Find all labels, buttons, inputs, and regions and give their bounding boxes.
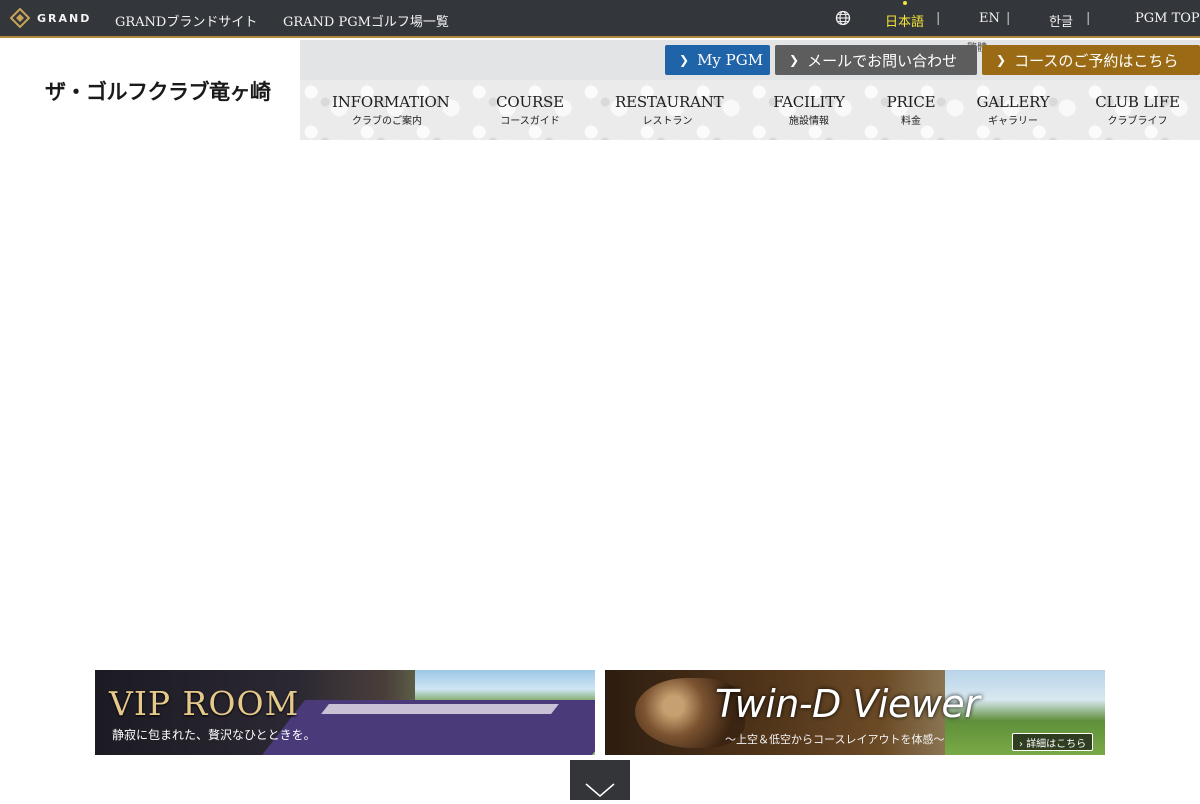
chevron-right-icon: ❯ bbox=[679, 53, 690, 67]
mail-inquiry-label: メールでお問い合わせ bbox=[807, 51, 958, 70]
my-pgm-button[interactable]: ❯ My PGM bbox=[665, 45, 770, 75]
top-bar: GRAND GRANDブランドサイト GRAND PGMゴルフ場一覧 日本語 |… bbox=[0, 0, 1200, 38]
nav-item-label: CLUB LIFE bbox=[1095, 93, 1180, 111]
lang-separator: | bbox=[1086, 11, 1091, 26]
nav-item-label: RESTAURANT bbox=[615, 93, 724, 111]
header-button-row: 繁體 ❯ My PGM ❯ メールでお問い合わせ ❯ コースのご予約はこちら bbox=[300, 40, 1200, 80]
nav-item-sublabel: 施設情報 bbox=[789, 116, 829, 127]
nav-item-label: PRICE bbox=[886, 93, 936, 111]
lang-ko[interactable]: 한글 bbox=[1049, 11, 1073, 30]
header-right: 繁體 ❯ My PGM ❯ メールでお問い合わせ ❯ コースのご予約はこちら I… bbox=[300, 40, 1200, 140]
banner-table-setting bbox=[321, 704, 559, 714]
nav-item-label: GALLERY bbox=[976, 93, 1050, 111]
lang-separator: | bbox=[1006, 11, 1011, 26]
nav-item-label: FACILITY bbox=[773, 93, 845, 111]
mail-inquiry-button[interactable]: ❯ メールでお問い合わせ bbox=[775, 45, 977, 75]
nav-item-information[interactable]: INFORMATION クラブのご案内 bbox=[332, 93, 450, 127]
nav-item-label: INFORMATION bbox=[332, 93, 450, 111]
nav-item-gallery[interactable]: GALLERY ギャラリー bbox=[973, 93, 1053, 127]
twin-d-viewer-title: Twin-D Viewer bbox=[715, 682, 980, 726]
brand-text: GRAND bbox=[37, 11, 92, 25]
active-language-indicator bbox=[903, 1, 907, 5]
chevron-right-icon: ❯ bbox=[789, 53, 800, 67]
nav-item-facility[interactable]: FACILITY 施設情報 bbox=[769, 93, 849, 127]
globe-icon[interactable] bbox=[835, 10, 851, 30]
nav-item-course[interactable]: COURSE コースガイド bbox=[490, 93, 570, 127]
lang-ja[interactable]: 日本語 bbox=[885, 11, 924, 30]
nav-item-sublabel: コースガイド bbox=[500, 116, 560, 127]
lang-separator: | bbox=[936, 11, 941, 26]
twin-d-viewer-banner[interactable]: Twin-D Viewer 〜上空＆低空からコースレイアウトを体感〜 › 詳細は… bbox=[605, 670, 1105, 755]
details-button[interactable]: › 詳細はこちら bbox=[1012, 733, 1094, 751]
main-nav: INFORMATION クラブのご案内 COURSE コースガイド RESTAU… bbox=[300, 80, 1200, 140]
nav-item-club-life[interactable]: CLUB LIFE クラブライフ bbox=[1095, 93, 1180, 127]
nav-item-sublabel: レストラン bbox=[642, 116, 693, 127]
course-reservation-label: コースのご予約はこちら bbox=[1014, 51, 1179, 70]
brand-site-link[interactable]: GRANDブランドサイト bbox=[115, 11, 257, 30]
vip-room-banner[interactable]: VIP ROOM 静寂に包まれた、贅沢なひとときを。 bbox=[95, 670, 595, 755]
nav-item-sublabel: ギャラリー bbox=[988, 116, 1038, 127]
vip-room-title: VIP ROOM bbox=[109, 684, 300, 723]
course-list-link[interactable]: GRAND PGMゴルフ場一覧 bbox=[283, 11, 449, 30]
lang-en[interactable]: EN bbox=[979, 11, 1000, 26]
nav-item-sublabel: クラブライフ bbox=[1107, 116, 1168, 127]
twin-d-viewer-subtitle: 〜上空＆低空からコースレイアウトを体感〜 bbox=[725, 733, 945, 746]
nav-item-price[interactable]: PRICE 料金 bbox=[881, 93, 941, 127]
chevron-right-icon: ❯ bbox=[996, 53, 1007, 67]
nav-item-restaurant[interactable]: RESTAURANT レストラン bbox=[615, 93, 724, 127]
nav-item-sublabel: 料金 bbox=[901, 116, 921, 127]
grand-logo-icon bbox=[10, 8, 30, 28]
my-pgm-label: My PGM bbox=[697, 51, 764, 69]
chevron-down-icon bbox=[585, 783, 615, 797]
nav-item-sublabel: クラブのご案内 bbox=[352, 116, 422, 127]
nav-item-label: COURSE bbox=[496, 93, 564, 111]
grand-brand-logo[interactable]: GRAND bbox=[10, 8, 91, 28]
scroll-down-button[interactable] bbox=[570, 760, 630, 800]
site-logo[interactable]: ザ・ゴルフクラブ竜ヶ崎 bbox=[45, 76, 271, 106]
course-reservation-button[interactable]: ❯ コースのご予約はこちら bbox=[982, 45, 1200, 75]
pgm-top-link[interactable]: PGM TOP bbox=[1135, 11, 1200, 26]
vip-room-subtitle: 静寂に包まれた、贅沢なひとときを。 bbox=[112, 728, 316, 742]
details-label: 詳細はこちら bbox=[1026, 739, 1087, 750]
